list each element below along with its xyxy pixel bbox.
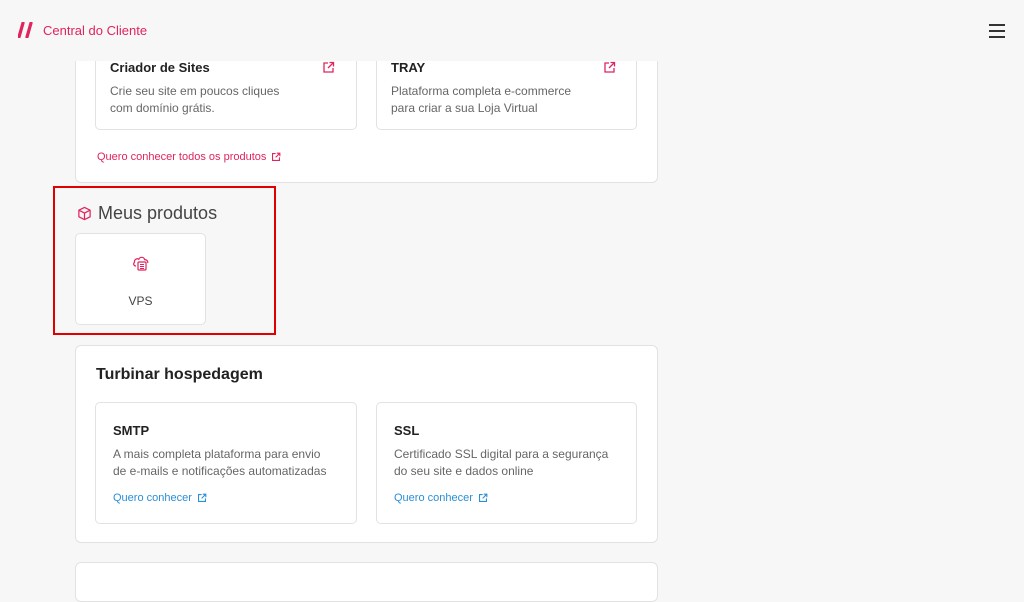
my-products-heading: Meus produtos [77, 203, 217, 224]
addon-card-smtp: SMTP A mais completa plataforma para env… [95, 402, 357, 524]
brand[interactable]: Central do Cliente [18, 22, 147, 38]
addon-title: SMTP [113, 423, 150, 438]
addon-title: SSL [394, 423, 420, 438]
section-title: Meus produtos [98, 203, 218, 223]
external-link-icon[interactable] [603, 61, 616, 74]
external-link-icon[interactable] [322, 61, 335, 74]
product-card-vps[interactable]: VPS [75, 233, 206, 325]
offer-description: Crie seu site em poucos cliques com domí… [110, 84, 280, 115]
double-slash-logo [18, 22, 33, 38]
section-title: Turbinar hospedagem [96, 366, 263, 383]
external-link-icon [478, 493, 488, 502]
external-link-icon [197, 493, 207, 502]
addon-description: Certificado SSL digital para a segurança… [394, 447, 609, 478]
product-label: VPS [128, 294, 153, 308]
addon-card-ssl: SSL Certificado SSL digital para a segur… [376, 402, 637, 524]
learn-more-link[interactable]: Quero conhecer [113, 492, 207, 504]
box-icon [78, 206, 91, 221]
addon-description: A mais completa plataforma para envio de… [113, 447, 327, 478]
external-link-icon [272, 152, 281, 161]
offer-description: Plataforma completa e-commerce para cria… [391, 84, 572, 115]
offer-title: Criador de Sites [110, 60, 210, 75]
all-products-link[interactable]: Quero conhecer todos os produtos [97, 151, 281, 163]
top-bar: Central do Cliente [0, 0, 1024, 61]
next-section-card [75, 562, 658, 602]
learn-more-link[interactable]: Quero conhecer [394, 492, 488, 504]
cloud-server-icon [133, 256, 149, 271]
offer-title: TRAY [391, 60, 426, 75]
hamburger-icon[interactable] [989, 24, 1005, 38]
brand-title: Central do Cliente [43, 22, 148, 38]
